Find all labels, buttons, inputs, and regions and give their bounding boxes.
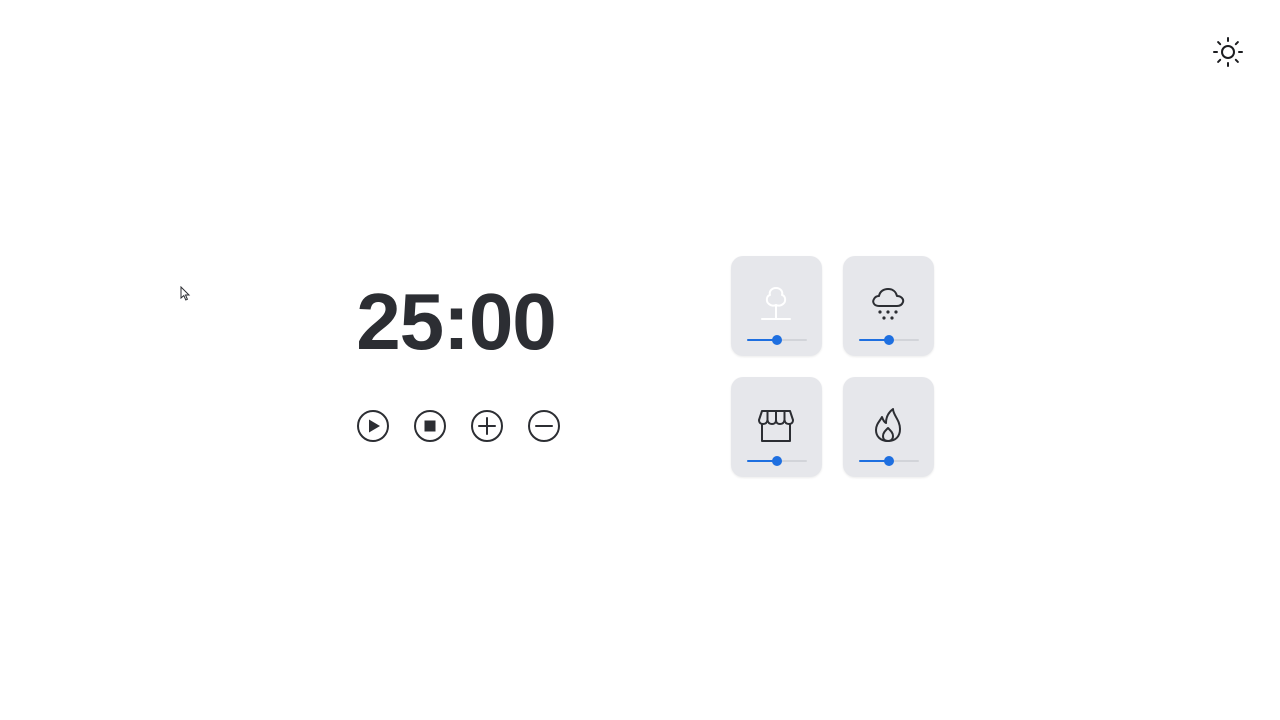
sound-tile-forest[interactable] — [731, 256, 822, 356]
volume-slider[interactable] — [747, 456, 807, 466]
add-time-button[interactable] — [469, 408, 505, 444]
volume-slider[interactable] — [859, 456, 919, 466]
plus-circle-icon — [471, 410, 503, 442]
slider-thumb[interactable] — [772, 456, 782, 466]
tree-icon — [761, 287, 791, 320]
play-button[interactable] — [355, 408, 391, 444]
app-root: 25:00 — [0, 0, 1280, 720]
timer-controls — [355, 408, 562, 444]
rain-cloud-icon — [872, 288, 905, 320]
theme-toggle-button[interactable] — [1210, 34, 1246, 70]
mouse-cursor-icon — [180, 286, 191, 301]
slider-thumb[interactable] — [772, 335, 782, 345]
ambient-sounds-grid — [731, 256, 934, 477]
stop-button[interactable] — [412, 408, 448, 444]
volume-slider[interactable] — [859, 335, 919, 345]
sound-tile-rain[interactable] — [843, 256, 934, 356]
fire-icon — [875, 408, 901, 442]
slider-thumb[interactable] — [884, 335, 894, 345]
subtract-time-button[interactable] — [526, 408, 562, 444]
play-circle-icon — [357, 410, 389, 442]
stop-circle-icon — [414, 410, 446, 442]
minus-circle-icon — [528, 410, 560, 442]
sun-icon — [1213, 37, 1243, 67]
timer-display: 25:00 — [356, 277, 557, 366]
sound-tile-cafe[interactable] — [731, 377, 822, 477]
store-icon — [758, 410, 794, 442]
sound-tile-fire[interactable] — [843, 377, 934, 477]
slider-thumb[interactable] — [884, 456, 894, 466]
volume-slider[interactable] — [747, 335, 807, 345]
